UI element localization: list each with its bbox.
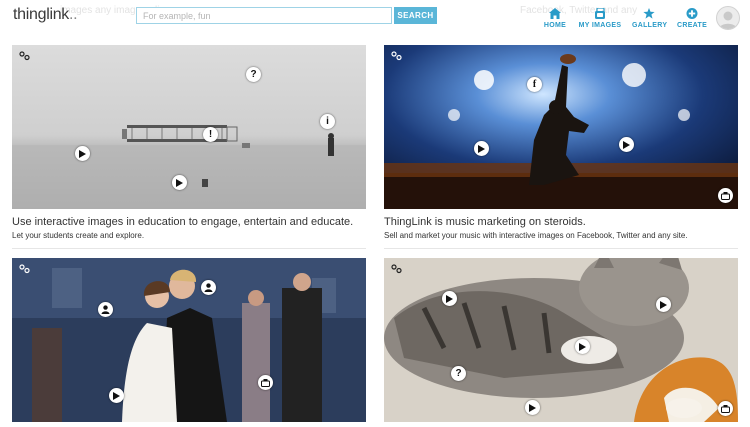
play-tag-icon[interactable] [109,388,124,403]
top-bar: images any image online Facebook, Twitte… [0,0,750,36]
nav-create[interactable]: CREATE [677,8,707,29]
image-card: ? [384,258,738,422]
play-tag-icon[interactable] [656,297,671,312]
thinglink-corner-icon [19,51,30,61]
person-tag-icon[interactable] [98,302,113,317]
divider [384,248,738,249]
exclamation-tag-icon[interactable]: ! [203,127,218,142]
play-tag-icon[interactable] [619,137,634,152]
image-card: ? i ! Use interactive images in educatio… [12,45,366,249]
nav-home[interactable]: HOME [543,8,567,29]
play-tag-icon[interactable] [525,400,540,415]
nav-create-label: CREATE [677,22,708,29]
play-tag-icon[interactable] [172,175,187,190]
share-icon[interactable] [718,188,733,203]
search-button[interactable]: SEARCH [394,7,437,24]
divider [12,248,366,249]
card-title[interactable]: Use interactive images in education to e… [12,216,366,228]
search-input[interactable] [136,7,392,24]
thinglink-logo[interactable]: thinglink.. [13,6,78,24]
card-image-cat-dog[interactable]: ? [384,258,738,422]
image-card: f ThingLink is music marketing on steroi… [384,45,738,249]
share-icon[interactable] [718,401,733,416]
thinglink-corner-icon [391,264,402,274]
nav-gallery-label: GALLERY [632,22,668,29]
nav-gallery[interactable]: GALLERY [632,8,668,29]
image-card [12,258,366,422]
card-image-wright-flyer[interactable]: ? i ! [12,45,366,209]
play-tag-icon[interactable] [75,146,90,161]
nav-my-images-label: MY IMAGES [578,22,622,29]
plus-icon [686,8,698,19]
concert-photo [384,45,738,209]
home-icon [549,8,561,19]
play-tag-icon[interactable] [442,291,457,306]
share-tag-icon[interactable] [258,375,273,390]
person-tag-icon[interactable] [201,280,216,295]
nav-my-images[interactable]: MY IMAGES [578,8,622,29]
card-subtitle: Sell and market your music with interact… [384,231,688,240]
card-image-wedding[interactable] [12,258,366,422]
wright-flyer-photo [12,45,366,209]
play-tag-icon[interactable] [575,339,590,354]
card-image-concert[interactable]: f [384,45,738,209]
avatar-silhouette-icon [719,11,737,29]
images-icon [595,8,605,19]
thinglink-corner-icon [391,51,402,61]
nav-home-label: HOME [543,22,567,29]
logo-text: thinglink [13,6,70,23]
star-icon [643,8,655,19]
wedding-dance-photo [12,258,366,422]
user-avatar[interactable] [716,6,740,30]
card-title[interactable]: ThingLink is music marketing on steroids… [384,216,738,228]
thinglink-corner-icon [19,264,30,274]
card-subtitle: Let your students create and explore. [12,231,145,240]
play-tag-icon[interactable] [474,141,489,156]
question-tag-icon[interactable]: ? [246,67,261,82]
info-tag-icon[interactable]: i [320,114,335,129]
question-tag-icon[interactable]: ? [451,366,466,381]
cat-and-dog-photo [384,258,738,422]
facebook-tag-icon[interactable]: f [527,77,542,92]
